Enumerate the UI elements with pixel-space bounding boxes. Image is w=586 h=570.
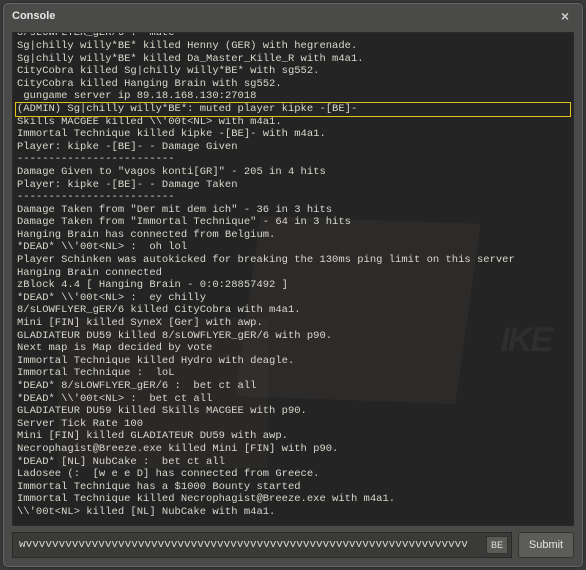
command-input[interactable] xyxy=(19,539,479,551)
console-line: *DEAD* [NL] NubCake : bet ct all xyxy=(17,456,569,469)
console-line: ------------------------- xyxy=(17,153,569,166)
console-line: ------------------------- xyxy=(17,191,569,204)
console-line: Immortal Technique killed kipke -[BE]- w… xyxy=(17,128,569,141)
console-line: Immortal Technique has a $1000 Bounty st… xyxy=(17,481,569,494)
language-badge: BE xyxy=(486,536,508,554)
console-line: Immortal Technique : loL xyxy=(17,367,569,380)
console-line: Hanging Brain connected xyxy=(17,267,569,280)
console-line: Ladosee (: [w e e D] has connected from … xyxy=(17,468,569,481)
console-line: zBlock 4.4 [ Hanging Brain - 0:0:2885749… xyxy=(17,279,569,292)
console-line: CityCobra killed Hanging Brain with sg55… xyxy=(17,78,569,91)
console-line: \\'00t<NL> killed [NL] NubCake with m4a1… xyxy=(17,506,569,519)
console-line: *DEAD* \\'00t<NL> : bet ct all xyxy=(17,393,569,406)
command-input-wrap[interactable]: BE xyxy=(12,532,512,558)
close-icon[interactable]: × xyxy=(556,7,574,25)
submit-button[interactable]: Submit xyxy=(518,532,574,558)
console-line: GLADIATEUR DU59 killed 8/sLOWFLYER_gER/6… xyxy=(17,330,569,343)
console-line: Sg|chilly willy*BE* killed Da_Master_Kil… xyxy=(17,53,569,66)
console-line: *DEAD* 8/sLOWFLYER_gER/6 : bet ct all xyxy=(17,380,569,393)
console-line: Hanging Brain has connected from Belgium… xyxy=(17,229,569,242)
console-line: *DEAD* \\'00t<NL> : oh lol xyxy=(17,241,569,254)
console-line: Damage Taken from "Der mit dem ich" - 36… xyxy=(17,204,569,217)
console-line: CityCobra killed Sg|chilly willy*BE* wit… xyxy=(17,65,569,78)
console-line: 8/sLOWFLYER_gER/6 killed CityCobra with … xyxy=(17,304,569,317)
console-line: Player: kipke -[BE]- - Damage Given xyxy=(17,141,569,154)
titlebar[interactable]: Console × xyxy=(4,4,582,28)
console-line: (ADMIN) Sg|chilly willy*BE*: muted playe… xyxy=(17,103,569,116)
console-line: Next map is Map decided by vote xyxy=(17,342,569,355)
console-line: *DEAD* \\'00t<NL> : ey chilly xyxy=(17,292,569,305)
console-line: Server Tick Rate 100 xyxy=(17,418,569,431)
content-area: IKE kipke -[BE]- : Admin unmute hydro do… xyxy=(4,28,582,566)
console-line: Necrophagist@Breeze.exe killed Mini [FIN… xyxy=(17,443,569,456)
console-line: Player: kipke -[BE]- - Damage Taken xyxy=(17,179,569,192)
console-line: Damage Given to "vagos konti[GR]" - 205 … xyxy=(17,166,569,179)
console-line: Immortal Technique killed Hydro with dea… xyxy=(17,355,569,368)
console-scroll[interactable]: kipke -[BE]- : Admin unmute hydro dont a… xyxy=(13,33,573,525)
console-line: Sg|chilly willy*BE* killed Henny (GER) w… xyxy=(17,40,569,53)
console-output: IKE kipke -[BE]- : Admin unmute hydro do… xyxy=(12,32,574,526)
console-line: Mini [FIN] killed GLADIATEUR DU59 with a… xyxy=(17,430,569,443)
console-line: gungame server ip 89.18.168.130:27018 xyxy=(17,90,569,103)
console-line: Damage Taken from "Immortal Technique" -… xyxy=(17,216,569,229)
console-line: Immortal Technique killed Necrophagist@B… xyxy=(17,493,569,506)
console-window: Console × IKE kipke -[BE]- : Admin unmut… xyxy=(3,3,583,567)
console-line: 8/sLOWFLYER_gER/6 : mute xyxy=(17,33,569,40)
input-row: BE Submit xyxy=(12,532,574,558)
window-title: Console xyxy=(12,10,556,22)
console-line: Mini [FIN] killed SyneX [Ger] with awp. xyxy=(17,317,569,330)
console-line: GLADIATEUR DU59 killed Skills MACGEE wit… xyxy=(17,405,569,418)
console-line: Skills MACGEE killed \\'00t<NL> with m4a… xyxy=(17,116,569,129)
console-line: Player Schinken was autokicked for break… xyxy=(17,254,569,267)
